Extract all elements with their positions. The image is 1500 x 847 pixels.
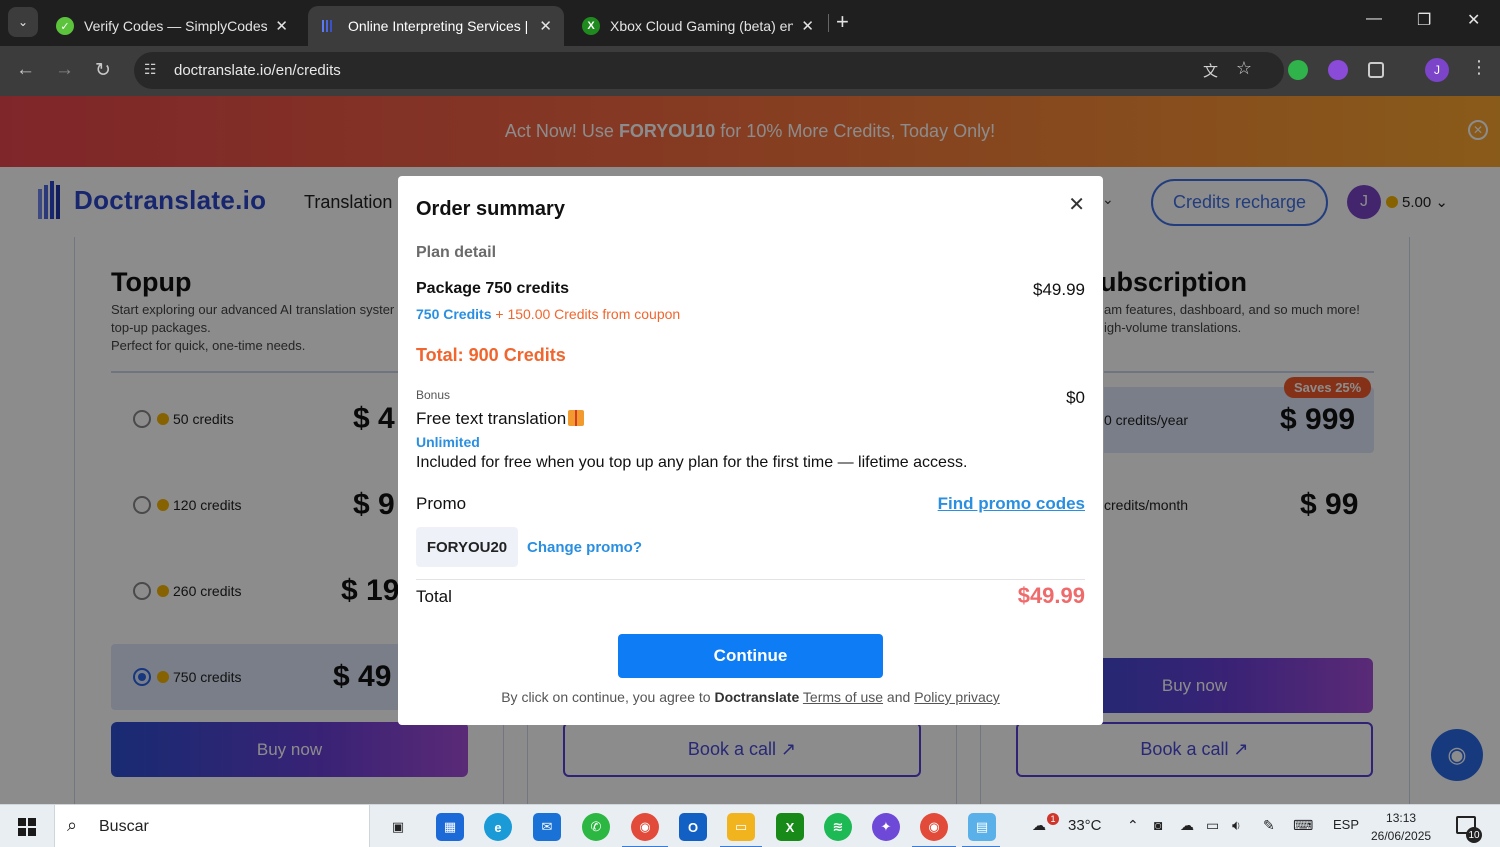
modal-title: Order summary — [416, 198, 565, 220]
tab-doctranslate[interactable]: Online Interpreting Services | En ✕ — [308, 6, 564, 46]
back-icon[interactable]: ← — [16, 59, 35, 81]
applied-promo-code: FORYOU20 — [416, 527, 518, 567]
bonus-description: Included for free when you top up any pl… — [416, 454, 968, 471]
plan-detail-heading: Plan detail — [416, 244, 497, 261]
spotify-icon[interactable]: ≋ — [824, 813, 852, 841]
pen-icon[interactable]: ✎ — [1263, 817, 1275, 834]
gift-icon — [568, 410, 585, 426]
extensions-puzzle-icon[interactable] — [1368, 62, 1384, 78]
xbox-icon: X — [582, 17, 600, 35]
clock[interactable]: 13:13 26/06/2025 — [1371, 809, 1431, 845]
total-value: $49.99 — [1017, 583, 1085, 608]
package-name: Package 750 credits — [416, 280, 569, 297]
language-indicator[interactable]: ESP — [1333, 817, 1359, 832]
total-credits: Total: 900 Credits — [416, 345, 566, 365]
bonus-unlimited: Unlimited — [416, 434, 480, 450]
windows-start-icon[interactable] — [18, 818, 36, 836]
total-label: Total — [416, 587, 452, 606]
camera-icon[interactable]: ◙ — [1154, 817, 1162, 833]
minimize-icon[interactable]: — — [1366, 10, 1382, 28]
task-view-icon[interactable]: ▣ — [384, 813, 412, 841]
messenger-icon[interactable]: ✦ — [872, 813, 900, 841]
divider — [416, 579, 1085, 580]
chrome-profile-j-icon[interactable]: ◉ — [631, 813, 659, 841]
volume-icon[interactable]: 🔉︎ — [1232, 817, 1241, 834]
extension-purple-icon[interactable] — [1328, 60, 1348, 80]
profile-avatar[interactable]: J — [1425, 58, 1449, 82]
new-tab-button[interactable]: + — [836, 9, 849, 35]
tray-chevron-icon[interactable]: ⌃ — [1127, 817, 1139, 834]
web-page: Act Now! Use FORYOU10 for 10% More Credi… — [0, 96, 1500, 804]
tab-xbox[interactable]: X Xbox Cloud Gaming (beta) en X ✕ — [570, 6, 826, 46]
tab-search-button[interactable]: ⌄ — [8, 7, 38, 37]
doctranslate-icon — [320, 17, 338, 35]
taskbar-search[interactable]: ⌕ Buscar — [54, 805, 370, 847]
edge-icon[interactable]: e — [484, 813, 512, 841]
close-icon[interactable]: ✕ — [1068, 192, 1085, 217]
bonus-name: Free text translation — [416, 409, 585, 429]
restore-icon[interactable]: ❐ — [1417, 10, 1431, 30]
network-icon[interactable]: ▭ — [1206, 817, 1219, 834]
package-price: $49.99 — [1033, 280, 1085, 299]
simplycodes-icon: ✓ — [56, 17, 74, 35]
notification-count: 10 — [1466, 827, 1482, 843]
outlook-icon[interactable]: O — [679, 813, 707, 841]
legal-notice: By click on continue, you agree to Doctr… — [501, 689, 1000, 705]
reload-icon[interactable]: ↻ — [95, 59, 111, 82]
onedrive-icon[interactable]: ☁ — [1180, 817, 1194, 834]
close-tab-icon[interactable]: ✕ — [539, 17, 552, 35]
store-icon[interactable]: ▦ — [436, 813, 464, 841]
browser-tab-bar: ⌄ ✓ Verify Codes — SimplyCodes ✕ Online … — [0, 0, 1500, 46]
change-promo-link[interactable]: Change promo? — [527, 539, 642, 556]
continue-button[interactable]: Continue — [618, 634, 883, 678]
close-tab-icon[interactable]: ✕ — [275, 17, 288, 35]
mail-icon[interactable]: ✉ — [533, 813, 561, 841]
notepad-icon[interactable]: ▤ — [968, 813, 996, 841]
site-info-icon[interactable]: ☷ — [144, 61, 157, 78]
weather-icon[interactable]: ☁ — [1032, 817, 1046, 834]
browser-menu-icon[interactable]: ⋮ — [1470, 57, 1488, 78]
find-promo-codes-link[interactable]: Find promo codes — [938, 494, 1085, 514]
address-bar[interactable]: ☷ doctranslate.io/en/credits 文 ☆ — [134, 52, 1284, 89]
terms-of-use-link[interactable]: Terms of use — [803, 689, 883, 705]
xbox-taskbar-icon[interactable]: X — [776, 813, 804, 841]
bonus-label: Bonus — [416, 388, 451, 402]
bookmark-star-icon[interactable]: ☆ — [1236, 58, 1252, 79]
translate-icon[interactable]: 文 — [1203, 60, 1218, 81]
tab-simplycodes[interactable]: ✓ Verify Codes — SimplyCodes ✕ — [44, 6, 300, 46]
close-tab-icon[interactable]: ✕ — [801, 17, 814, 35]
taskbar: ⌕ Buscar ▣ ▦ e ✉ ✆ ◉ O ▭ X ≋ ✦ ◉ ▤ ☁ 1 3… — [0, 804, 1500, 847]
weather-alert-badge: 1 — [1047, 813, 1059, 825]
forward-icon[interactable]: → — [55, 59, 74, 81]
privacy-policy-link[interactable]: Policy privacy — [914, 689, 1000, 705]
whatsapp-icon[interactable]: ✆ — [582, 813, 610, 841]
file-explorer-icon[interactable]: ▭ — [727, 813, 755, 841]
chrome-profile-p-icon[interactable]: ◉ — [920, 813, 948, 841]
extension-green-icon[interactable] — [1288, 60, 1308, 80]
order-summary-modal: Order summary ✕ Plan detail Package 750 … — [398, 176, 1103, 725]
credits-breakdown: 750 Credits + 150.00 Credits from coupon — [416, 306, 681, 322]
temperature[interactable]: 33°C — [1068, 817, 1102, 834]
close-window-icon[interactable]: ✕ — [1467, 10, 1480, 30]
promo-label: Promo — [416, 494, 467, 513]
browser-toolbar: ← → ↻ ☷ doctranslate.io/en/credits 文 ☆ J… — [0, 46, 1500, 96]
keyboard-icon[interactable]: ⌨ — [1293, 817, 1313, 834]
bonus-price: $0 — [1066, 388, 1085, 407]
search-icon: ⌕ — [67, 815, 78, 835]
url-text[interactable]: doctranslate.io/en/credits — [174, 62, 341, 79]
tab-separator — [828, 14, 829, 32]
